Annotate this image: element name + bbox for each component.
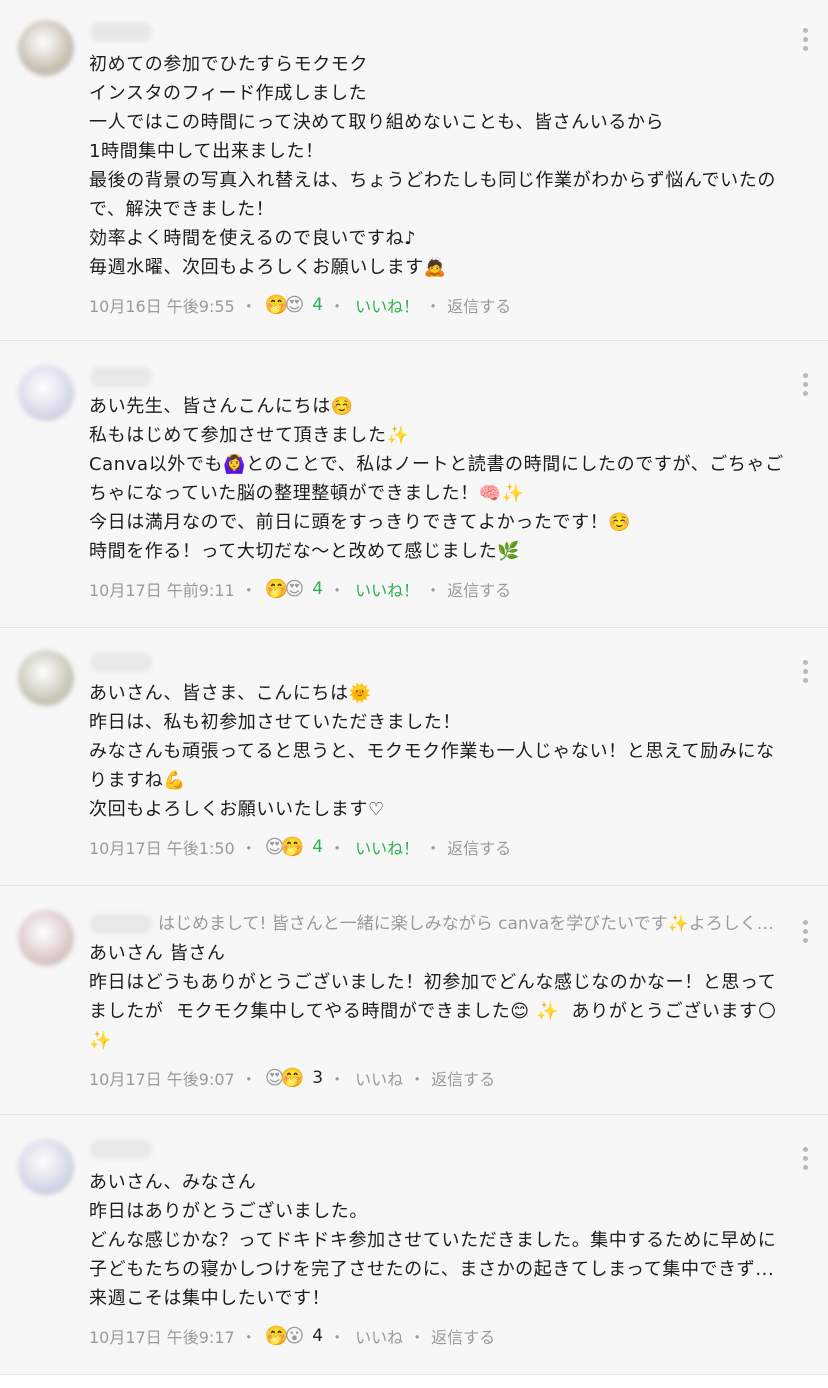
like-button[interactable]: いいね (355, 1066, 403, 1090)
separator: ・ (240, 1070, 257, 1089)
comment-list: 初めての参加でひたすらモクモク インスタのフィード作成しました 一人ではこの時間… (0, 0, 828, 1375)
separator: ・ (329, 581, 346, 600)
comment-text: あいさん、みなさん 昨日はありがとうございました。 どんな感じかな？ってドキドキ… (89, 1172, 777, 1309)
avatar[interactable] (18, 910, 74, 966)
separator: ・ (329, 1070, 346, 1089)
reaction-emojis[interactable]: 🤭 😍 (265, 294, 304, 316)
reaction-count[interactable]: 3 (312, 1068, 323, 1088)
author-name[interactable] (90, 1139, 152, 1159)
more-options-icon[interactable] (802, 920, 808, 943)
reaction-emojis[interactable]: 🤭 😍 (265, 578, 304, 600)
reaction-emoji: 😍 (284, 294, 305, 316)
reaction-emoji: 😮 (284, 1325, 305, 1347)
author-name[interactable] (90, 367, 152, 387)
avatar[interactable] (18, 365, 74, 421)
comment-meta: 10月17日 午後1:50 ・ 😍 🤭 4 ・ いいね！ ・ 返信する (89, 832, 788, 862)
separator: ・ (329, 1328, 346, 1347)
comment-item: あいさん、みなさん 昨日はありがとうございました。 どんな感じかな？ってドキドキ… (0, 1115, 828, 1375)
reply-button[interactable]: 返信する (431, 1066, 495, 1090)
timestamp: 10月17日 午後9:17 (89, 1328, 235, 1347)
separator: ・ (240, 581, 257, 600)
like-button[interactable]: いいね！ (355, 293, 419, 317)
separator: ・ (240, 1328, 257, 1347)
author-name[interactable] (90, 22, 152, 42)
comment-item: あいさん、皆さま、こんにちは🌞 昨日は、私も初参加させていただきました！ みなさ… (0, 628, 828, 886)
comment-meta: 10月16日 午後9:55 ・ 🤭 😍 4 ・ いいね！ ・ 返信する (89, 290, 788, 320)
like-button[interactable]: いいね！ (355, 577, 419, 601)
timestamp: 10月17日 午後1:50 (89, 839, 235, 858)
separator: ・ (425, 297, 442, 316)
avatar[interactable] (18, 20, 74, 76)
timestamp: 10月17日 午後9:07 (89, 1070, 235, 1089)
like-button[interactable]: いいね！ (355, 835, 419, 859)
reaction-emojis[interactable]: 😍 🤭 (265, 1067, 304, 1089)
reaction-count[interactable]: 4 (312, 295, 323, 315)
reaction-emoji: 😍 (284, 578, 305, 600)
profile-bio: はじめまして! 皆さんと一緒に楽しみながら canvaを学びたいです✨よろしくお… (158, 914, 784, 934)
more-options-icon[interactable] (802, 373, 808, 396)
reaction-emojis[interactable]: 😍 🤭 (265, 836, 304, 858)
more-options-icon[interactable] (802, 1147, 808, 1170)
reply-button[interactable]: 返信する (447, 835, 511, 859)
separator: ・ (409, 1070, 426, 1089)
author-name[interactable] (90, 652, 152, 672)
reply-button[interactable]: 返信する (431, 1324, 495, 1348)
comment-text: あいさん 皆さん 昨日はどうもありがとうございました！初参加でどんな感じなのかな… (89, 943, 778, 1051)
reply-button[interactable]: 返信する (447, 577, 511, 601)
reaction-emojis[interactable]: 🤭 😮 (265, 1325, 304, 1347)
timestamp: 10月17日 午前9:11 (89, 581, 235, 600)
separator: ・ (425, 581, 442, 600)
author-name[interactable] (90, 914, 152, 934)
timestamp: 10月16日 午後9:55 (89, 297, 235, 316)
separator: ・ (425, 839, 442, 858)
comment-meta: 10月17日 午後9:07 ・ 😍 🤭 3 ・ いいね ・ 返信する (89, 1063, 788, 1093)
comment-text: 初めての参加でひたすらモクモク インスタのフィード作成しました 一人ではこの時間… (89, 54, 776, 278)
reaction-count[interactable]: 4 (312, 579, 323, 599)
separator: ・ (329, 839, 346, 858)
separator: ・ (240, 297, 257, 316)
separator: ・ (409, 1328, 426, 1347)
comment-item: 初めての参加でひたすらモクモク インスタのフィード作成しました 一人ではこの時間… (0, 0, 828, 341)
comment-meta: 10月17日 午後9:17 ・ 🤭 😮 4 ・ いいね ・ 返信する (89, 1321, 788, 1351)
separator: ・ (240, 839, 257, 858)
separator: ・ (329, 297, 346, 316)
reaction-emoji: 🤭 (280, 1067, 305, 1089)
comment-meta: 10月17日 午前9:11 ・ 🤭 😍 4 ・ いいね！ ・ 返信する (89, 574, 788, 604)
reaction-count[interactable]: 4 (312, 837, 323, 857)
more-options-icon[interactable] (802, 660, 808, 683)
like-button[interactable]: いいね (355, 1324, 403, 1348)
avatar[interactable] (18, 1139, 74, 1195)
more-options-icon[interactable] (802, 28, 808, 51)
reply-button[interactable]: 返信する (447, 293, 511, 317)
comment-item: はじめまして! 皆さんと一緒に楽しみながら canvaを学びたいです✨よろしくお… (0, 886, 828, 1115)
reaction-emoji: 🤭 (280, 836, 305, 858)
comment-text: あい先生、皆さんこんにちは☺️ 私もはじめて参加させて頂きました✨ Canva以… (89, 396, 784, 562)
reaction-count[interactable]: 4 (312, 1326, 323, 1346)
avatar[interactable] (18, 650, 74, 706)
comment-item: あい先生、皆さんこんにちは☺️ 私もはじめて参加させて頂きました✨ Canva以… (0, 341, 828, 628)
comment-text: あいさん、皆さま、こんにちは🌞 昨日は、私も初参加させていただきました！ みなさ… (89, 683, 775, 820)
